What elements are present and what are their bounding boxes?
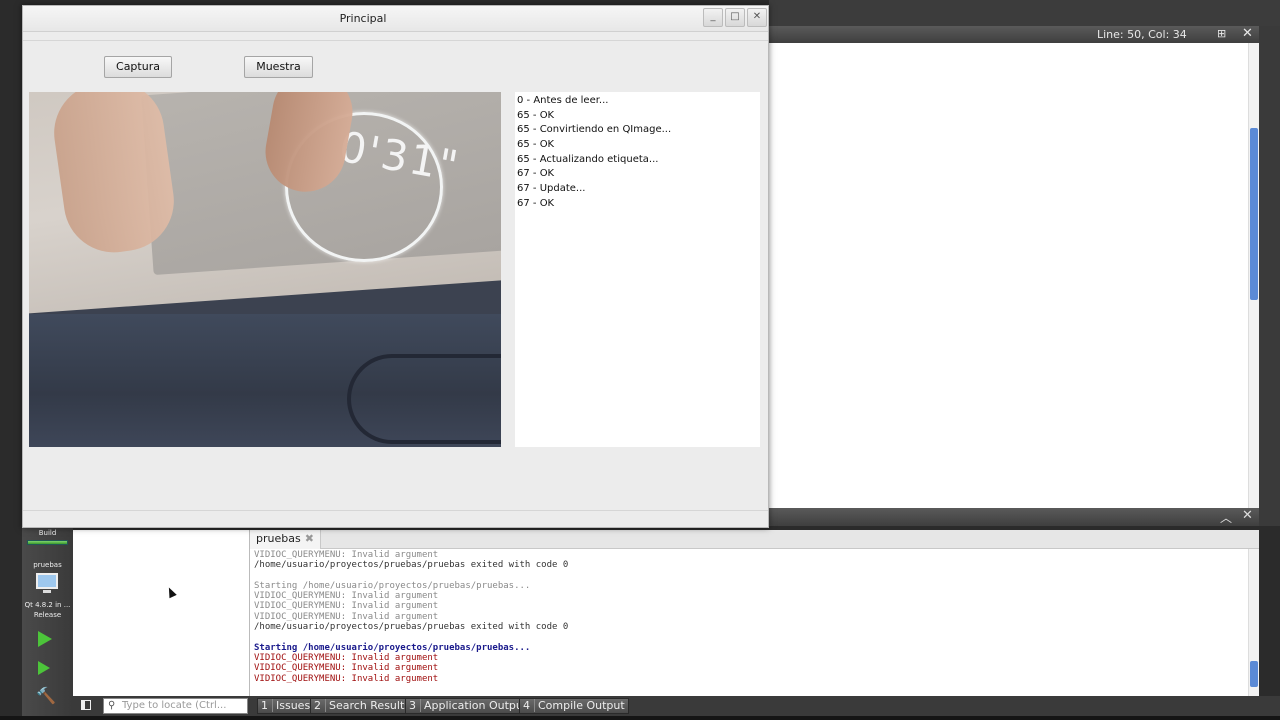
output-line: VIDIOC_QUERYMENU: Invalid argument — [254, 663, 439, 674]
ide-top-strip — [769, 0, 1280, 26]
status-log-list[interactable]: 0 - Antes de leer... 65 - OK 65 - Convirti… — [515, 92, 760, 447]
tab-label: pruebas — [256, 532, 301, 545]
button-label: Issues — [276, 699, 311, 712]
monitor-stand — [43, 590, 51, 593]
minimize-button[interactable]: _ — [703, 8, 723, 27]
output-line: VIDIOC_QUERYMENU: Invalid argument — [254, 601, 439, 612]
output-line: VIDIOC_QUERYMENU: Invalid argument — [254, 673, 439, 684]
scrollbar-thumb[interactable] — [1250, 128, 1258, 300]
build-label: Build — [38, 529, 57, 537]
search-results-button[interactable]: 2 Search Results — [310, 698, 415, 714]
status-bar: ⚲ Type to locate (Ctrl... 1 Issues 2 Searc… — [73, 696, 1280, 716]
output-line: VIDIOC_QUERYMENU: Invalid argument — [254, 550, 439, 560]
log-list-item[interactable]: 67 - OK — [516, 167, 671, 182]
window-title: Principal — [339, 12, 387, 25]
collapse-icon[interactable]: ︿ — [1220, 509, 1232, 526]
tab-close-icon[interactable]: ✖ — [305, 532, 314, 545]
output-line: /home/usuario/proyectos/pruebas/pruebas … — [254, 560, 569, 571]
log-list-item[interactable]: 65 - Actualizando etiqueta... — [516, 153, 671, 168]
editor-toolbar: Line: 50, Col: 34 ⊞ ✕ — [769, 26, 1259, 43]
toggle-sidebar-icon[interactable] — [81, 700, 91, 710]
button-label: Search Results — [329, 699, 411, 712]
ide-right-edge — [1259, 26, 1280, 526]
side-panel — [73, 530, 250, 696]
close-button[interactable]: ✕ — [747, 8, 767, 27]
output-scrollbar[interactable] — [1248, 549, 1259, 696]
build-config-label: Release — [33, 611, 62, 619]
output-line: Starting /home/usuario/proyectos/pruebas… — [254, 580, 531, 591]
button-number: 3 — [409, 699, 421, 712]
log-list-item[interactable]: 67 - OK — [516, 197, 671, 212]
window-titlebar[interactable]: Principal _ □ ✕ — [23, 6, 768, 32]
mode-sidebar: Build pruebas Qt 4.8.2 in ... Release 🔨 — [22, 526, 73, 720]
button-number: 1 — [261, 699, 273, 712]
code-editor[interactable] — [769, 43, 1250, 508]
locator-input[interactable]: ⚲ Type to locate (Ctrl... — [103, 698, 248, 714]
tab-pruebas[interactable]: pruebas ✖ — [250, 530, 321, 549]
locator-placeholder: Type to locate (Ctrl... — [122, 700, 227, 711]
output-line: VIDIOC_QUERYMENU: Invalid argument — [254, 591, 439, 602]
output-line: VIDIOC_QUERYMENU: Invalid argument — [254, 652, 439, 663]
build-progress-bar — [27, 540, 68, 545]
compile-output-button[interactable]: 4 Compile Output — [519, 698, 629, 714]
principal-window: Principal _ □ ✕ Captura Muestra 0'31" 0 … — [22, 5, 769, 528]
camera-preview-image: 0'31" — [29, 92, 501, 447]
button-number: 4 — [523, 699, 535, 712]
close-pane-icon[interactable]: ✕ — [1242, 508, 1253, 523]
desk-bracket — [347, 354, 501, 444]
show-button[interactable]: Muestra — [244, 56, 313, 78]
editor-scrollbar[interactable] — [1248, 43, 1259, 508]
maximize-button[interactable]: □ — [725, 8, 745, 27]
application-output-button[interactable]: 3 Application Output — [405, 698, 532, 714]
log-list-item[interactable]: 0 - Antes de leer... — [516, 94, 671, 109]
log-list-item[interactable]: 65 - OK — [516, 109, 671, 124]
log-list-item[interactable]: 65 - OK — [516, 138, 671, 153]
log-items: 0 - Antes de leer... 65 - OK 65 - Convirti… — [516, 94, 671, 212]
log-list-item[interactable]: 65 - Convirtiendo en QImage... — [516, 123, 671, 138]
output-line: /home/usuario/proyectos/pruebas/pruebas … — [254, 622, 569, 633]
output-tabbar: pruebas ✖ — [250, 530, 1259, 549]
screen-bottom-edge — [0, 716, 1280, 720]
window-divider — [23, 510, 768, 511]
button-number: 2 — [314, 699, 326, 712]
cursor-position-indicator[interactable]: Line: 50, Col: 34 — [1097, 28, 1187, 41]
output-line: Starting /home/usuario/proyectos/pruebas… — [254, 642, 531, 653]
log-list-item[interactable]: 67 - Update... — [516, 182, 671, 197]
project-label[interactable]: pruebas — [22, 561, 73, 569]
run-icon[interactable] — [38, 631, 52, 647]
capture-button[interactable]: Captura — [104, 56, 172, 78]
button-label: Application Output — [424, 699, 528, 712]
issues-button[interactable]: 1 Issues — [257, 698, 315, 714]
application-output-log[interactable]: VIDIOC_QUERYMENU: Invalid argument/home/… — [250, 549, 1249, 696]
desktop-kit-icon[interactable] — [36, 573, 58, 589]
output-line: VIDIOC_QUERYMENU: Invalid argument — [254, 611, 439, 622]
kit-label: Qt 4.8.2 in ... — [24, 601, 71, 609]
button-label: Compile Output — [538, 699, 625, 712]
debug-run-icon[interactable] — [38, 661, 50, 675]
scrollbar-thumb[interactable] — [1250, 661, 1258, 687]
close-editor-icon[interactable]: ✕ — [1242, 26, 1253, 41]
output-pane-header: ︿ ✕ — [769, 508, 1259, 526]
split-icon[interactable]: ⊞ — [1217, 27, 1226, 40]
search-icon: ⚲ — [108, 700, 116, 711]
menubar — [23, 33, 768, 41]
build-hammer-icon[interactable]: 🔨 — [36, 686, 56, 705]
